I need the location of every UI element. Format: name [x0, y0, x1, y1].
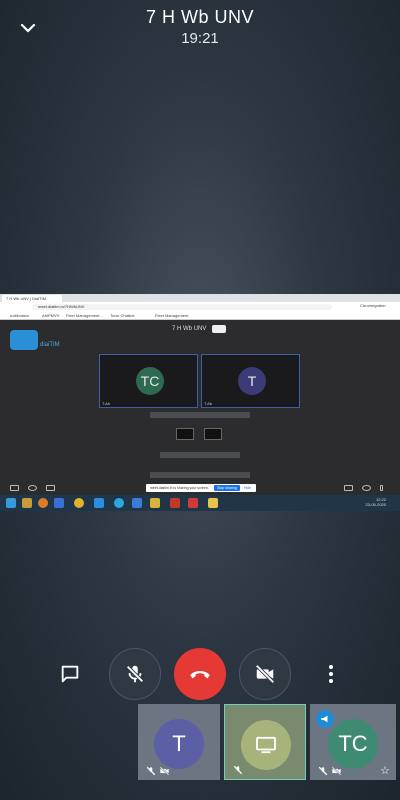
hide-link[interactable]: Hide	[244, 484, 251, 492]
recursive-cam	[204, 428, 222, 440]
more-vert-icon	[329, 665, 333, 683]
inner-meeting-title: 7 H Wb UNV	[172, 326, 207, 332]
hangup-button[interactable]	[174, 648, 226, 700]
chat-icon	[61, 665, 79, 683]
browser-address-bar: meet.diaitim.in/7HWbUNV Chromegraber	[0, 302, 400, 312]
recursive-preview	[150, 412, 250, 482]
app-icon	[150, 498, 160, 508]
shared-page: diaiTIM 7 H Wb UNV TC T.Ab T T.Ab	[0, 320, 400, 495]
inner-grid-icon	[344, 485, 353, 491]
windows-taskbar: 12:22 23-05-2020	[0, 495, 400, 511]
bookmark: AMPMVV	[42, 313, 60, 318]
inner-tile-label: T.Ab	[204, 401, 213, 406]
browser-tab-strip: 7 H Wb UNV | DiaiTIM	[0, 294, 400, 302]
browser-tab: 7 H Wb UNV | DiaiTIM	[2, 295, 62, 302]
stop-sharing-button[interactable]: Stop sharing	[214, 485, 240, 491]
mic-off-icon	[126, 665, 144, 683]
inner-chat-icon	[46, 485, 55, 491]
avatar: TC	[328, 719, 378, 769]
recursive-row	[160, 452, 240, 458]
clock-date: 23-05-2020	[365, 502, 386, 507]
address-field: meet.diaitim.in/7HWbUNV	[32, 304, 332, 310]
chrome-icon	[74, 498, 84, 508]
participant-status	[146, 766, 170, 776]
taskbar-clock: 12:22 23-05-2020	[366, 497, 386, 507]
camera-off-icon	[331, 766, 342, 776]
recursive-row	[150, 412, 250, 418]
inner-avatar: TC	[136, 367, 164, 395]
start-icon	[6, 498, 16, 508]
inner-avatar: T	[238, 367, 266, 395]
app-icon	[54, 498, 64, 508]
star-icon[interactable]: ☆	[380, 764, 390, 777]
participant-tile[interactable]: TC ☆	[310, 704, 396, 780]
mic-off-icon	[318, 766, 328, 776]
inner-tile-label: T.Ab	[102, 401, 111, 406]
top-bar: 7 H Wb UNV 19:21	[0, 0, 400, 60]
camera-button[interactable]	[239, 648, 291, 700]
participant-tile-active[interactable]	[224, 704, 306, 780]
firefox-icon	[38, 498, 48, 508]
more-button[interactable]	[305, 648, 357, 700]
megaphone-icon	[316, 710, 334, 728]
inner-info-icon	[362, 485, 371, 491]
sharing-message: meet.diaitim.in is sharing your screen.	[150, 486, 209, 490]
app-logo-text: diaiTIM	[40, 342, 60, 348]
chat-button[interactable]	[44, 648, 96, 700]
inner-badge	[212, 325, 226, 333]
inner-hand-icon	[28, 485, 37, 491]
bookmark: Tonic Chatbot	[110, 313, 135, 318]
inner-tile: TC T.Ab	[99, 354, 198, 408]
mic-off-icon	[146, 766, 156, 776]
screen-share-icon	[256, 736, 276, 754]
skype-icon	[114, 498, 124, 508]
camera-off-icon	[159, 766, 170, 776]
bookmark: notification	[10, 313, 30, 318]
meeting-title: 7 H Wb UNV	[145, 7, 255, 27]
recursive-cam	[176, 428, 194, 440]
bookmarks-bar: notification AMPMVV Fleet Management... …	[0, 312, 400, 320]
inner-screen-icon	[10, 485, 19, 491]
avatar	[241, 720, 291, 770]
app-icon	[170, 498, 180, 508]
app-icon	[132, 498, 142, 508]
shared-screen[interactable]: 7 H Wb UNV | DiaiTIM meet.diaitim.in/7HW…	[0, 294, 400, 511]
profile-name: Chromegraber	[360, 303, 386, 308]
participant-status	[233, 765, 243, 775]
app-icon	[208, 498, 218, 508]
app-icon	[188, 498, 198, 508]
camera-off-icon	[255, 664, 275, 684]
mute-button[interactable]	[109, 648, 161, 700]
avatar: T	[154, 719, 204, 769]
bookmark: Fleet Management	[155, 313, 189, 318]
app-icon	[94, 498, 104, 508]
call-controls	[0, 648, 400, 700]
call-time: 19:21	[181, 30, 219, 47]
inner-tile: T T.Ab	[201, 354, 300, 408]
participant-tile[interactable]: T	[138, 704, 220, 780]
sharing-notice: meet.diaitim.in is sharing your screen. …	[146, 484, 256, 492]
end-call-icon	[190, 671, 210, 679]
mic-off-icon	[233, 765, 243, 775]
folder-icon	[22, 498, 32, 508]
recursive-row	[150, 472, 250, 478]
app-logo-icon	[10, 330, 38, 350]
participant-status	[318, 766, 342, 776]
inner-more-icon	[380, 485, 383, 491]
bookmark: Fleet Management...	[66, 313, 103, 318]
